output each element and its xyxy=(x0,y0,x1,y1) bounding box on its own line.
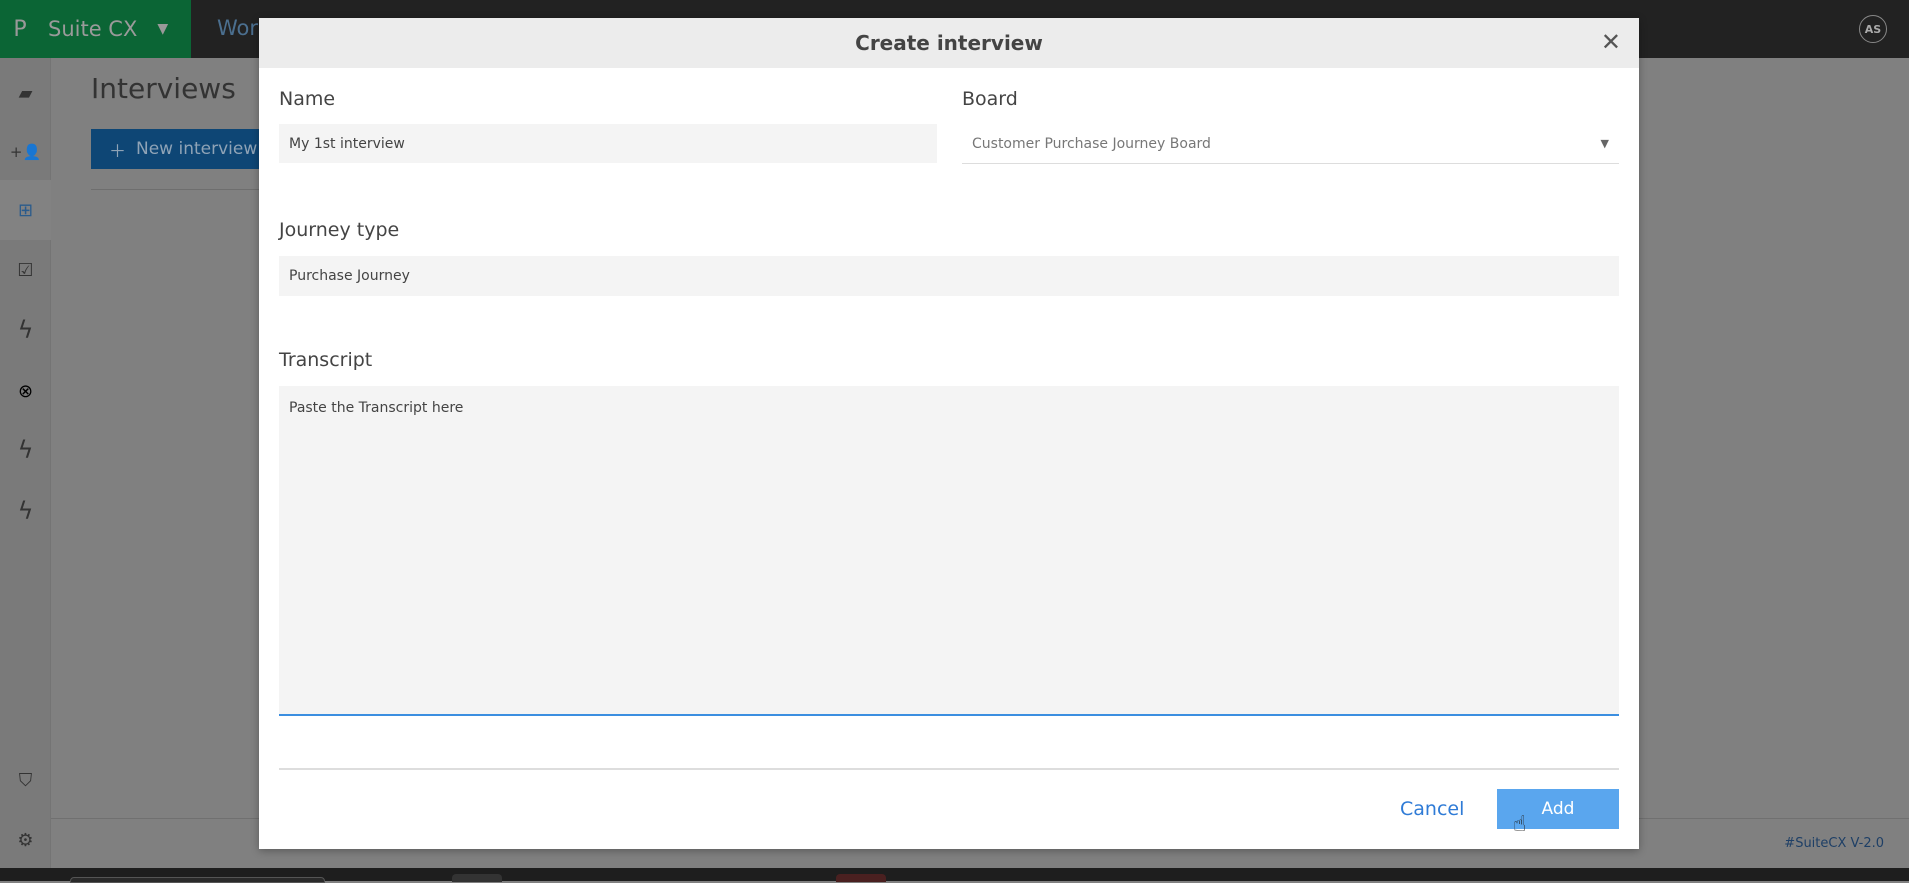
app-name: Suite CX xyxy=(48,17,138,41)
journey-type-label: Journey type xyxy=(279,219,400,241)
gear-icon[interactable]: ⚙ xyxy=(0,815,51,865)
hand-cursor-icon: ☝ xyxy=(1513,812,1527,837)
version-label: #SuiteCX V-2.0 xyxy=(1784,836,1884,851)
workspace-link[interactable]: Wor xyxy=(217,16,258,40)
board-value: Customer Purchase Journey Board xyxy=(972,135,1211,152)
caret-down-icon: ▼ xyxy=(1600,137,1609,150)
divider xyxy=(279,768,1619,770)
chart-icon[interactable]: ☑ xyxy=(0,245,51,295)
folders-icon[interactable]: ▰ xyxy=(0,68,51,118)
app-logo: P xyxy=(13,16,27,42)
lightning-icon[interactable]: ϟ xyxy=(0,486,51,536)
close-icon[interactable]: ✕ xyxy=(1601,28,1621,56)
shield-user-icon[interactable]: ⛉ xyxy=(0,755,51,805)
app-switcher[interactable]: P Suite CX ▼ xyxy=(0,0,191,58)
plus-icon: ＋ xyxy=(109,141,126,162)
lightning-icon[interactable]: ϟ xyxy=(0,425,51,475)
transcript-textarea[interactable]: Paste the Transcript here xyxy=(279,386,1619,716)
taskbar-item[interactable] xyxy=(70,877,325,883)
new-interview-button[interactable]: ＋ New interview xyxy=(91,129,259,169)
journey-map-icon[interactable]: ⊞ xyxy=(0,180,51,240)
name-label: Name xyxy=(279,88,336,110)
dialog-title: Create interview xyxy=(855,31,1043,55)
new-interview-label: New interview xyxy=(136,139,258,159)
avatar[interactable]: AS xyxy=(1859,15,1887,43)
add-user-icon[interactable]: +👤 xyxy=(0,127,51,177)
sidebar: ▰ +👤 ⊞ ☑ ϟ ⊗ ϟ ϟ ⛉ ⚙ xyxy=(0,58,51,868)
board-select[interactable]: Customer Purchase Journey Board ▼ xyxy=(962,124,1619,164)
dialog-header: Create interview ✕ xyxy=(259,18,1639,68)
transcript-label: Transcript xyxy=(279,349,373,371)
target-icon[interactable]: ⊗ xyxy=(0,366,51,416)
create-interview-dialog: Create interview ✕ Name My 1st interview… xyxy=(259,18,1639,849)
name-input[interactable]: My 1st interview xyxy=(279,124,937,163)
lightning-icon[interactable]: ϟ xyxy=(0,305,51,355)
chevron-down-icon: ▼ xyxy=(157,21,169,37)
board-label: Board xyxy=(962,88,1018,110)
cancel-button[interactable]: Cancel xyxy=(1400,798,1464,820)
page-title: Interviews xyxy=(91,72,236,105)
journey-type-input[interactable]: Purchase Journey xyxy=(279,256,1619,296)
